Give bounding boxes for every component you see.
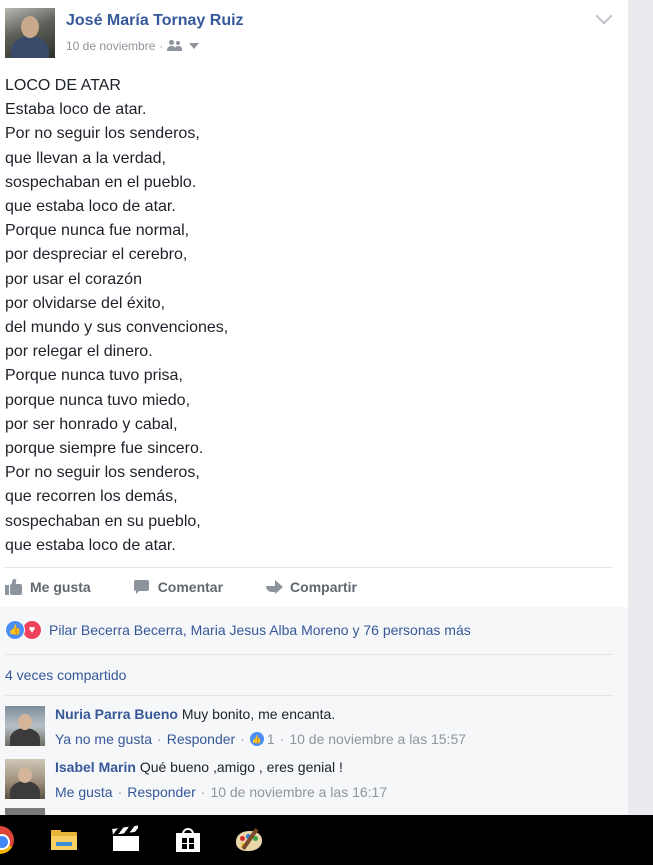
- reactions-names[interactable]: Pilar Becerra Becerra, Maria Jesus Alba …: [49, 622, 471, 638]
- meta-separator: ·: [159, 39, 164, 53]
- separator: ·: [200, 784, 206, 800]
- poem-line: Porque nunca fue normal,: [5, 222, 190, 240]
- reply-link[interactable]: Responder: [127, 784, 196, 800]
- store-taskbar-button[interactable]: [166, 815, 210, 865]
- comment-button[interactable]: Comentar: [133, 579, 223, 595]
- poem-line: del mundo y sus convenciones,: [5, 319, 229, 337]
- poem-line: que estaba loco de atar.: [5, 198, 176, 216]
- comment-item: Nuria Parra Bueno Muy bonito, me encanta…: [5, 706, 466, 747]
- file-explorer-icon: [51, 830, 77, 850]
- share-icon: [265, 579, 284, 595]
- like-button[interactable]: Me gusta: [5, 579, 91, 595]
- chrome-taskbar-button[interactable]: [0, 815, 30, 865]
- taskbar: [0, 815, 653, 865]
- separator: ·: [279, 731, 285, 747]
- page-gutter: [628, 0, 653, 815]
- divider: [5, 695, 613, 696]
- store-icon: [176, 828, 200, 852]
- poem-line: porque siempre fue sincero.: [5, 440, 204, 458]
- divider: [5, 654, 613, 655]
- comment-label: Comentar: [157, 579, 224, 595]
- poem-line: que estaba loco de atar.: [5, 536, 176, 554]
- like-reaction-icon: 👍: [5, 620, 25, 640]
- poem-line: por usar el corazón: [5, 270, 142, 288]
- paint-icon: [236, 827, 264, 853]
- share-button[interactable]: Compartir: [265, 579, 357, 595]
- poem-line: que recorren los demás,: [5, 488, 178, 506]
- unlike-comment-link[interactable]: Ya no me gusta: [55, 731, 152, 747]
- poem-line: por despreciar el cerebro,: [5, 246, 188, 264]
- poem-line: sospechaban en su pueblo,: [5, 512, 201, 530]
- post-text: LOCO DE ATAR Estaba loco de atar. Por no s…: [5, 74, 228, 558]
- poem-line: que llevan a la verdad,: [5, 149, 166, 167]
- privacy-caret-icon[interactable]: [189, 43, 200, 49]
- movie-maker-taskbar-button[interactable]: [104, 815, 148, 865]
- poem-line: por olvidarse del éxito,: [5, 294, 166, 312]
- commenter-avatar[interactable]: [5, 808, 45, 815]
- comment-timestamp[interactable]: 10 de noviembre a las 16:17: [210, 784, 387, 800]
- post-meta: 10 de noviembre ·: [66, 39, 200, 53]
- chrome-icon: [0, 826, 14, 854]
- poem-line: LOCO DE ATAR: [5, 77, 121, 94]
- comment-timestamp[interactable]: 10 de noviembre a las 15:57: [289, 731, 466, 747]
- poem-line: Porque nunca tuvo prisa,: [5, 367, 183, 385]
- chevron-down-icon[interactable]: [595, 7, 613, 25]
- comment-text: Qué bueno ,amigo , eres genial !: [139, 759, 343, 775]
- post-actions: Me gusta Comentar Compartir: [5, 576, 399, 598]
- comment-icon: [133, 579, 151, 595]
- share-label: Compartir: [290, 579, 357, 595]
- author-name[interactable]: José María Tornay Ruiz: [66, 12, 244, 30]
- separator: ·: [240, 731, 245, 747]
- comment-item: Isabel Marin Qué bueno ,amigo , eres gen…: [5, 759, 387, 800]
- divider: [5, 567, 613, 568]
- post-date[interactable]: 10 de noviembre: [66, 39, 155, 53]
- commenter-avatar[interactable]: [5, 759, 45, 799]
- commenter-name[interactable]: Isabel Marin: [55, 759, 136, 775]
- poem-line: Estaba loco de atar.: [5, 101, 147, 119]
- movie-maker-icon: [112, 825, 139, 851]
- shares-count[interactable]: 4 veces compartido: [5, 667, 126, 683]
- poem-line: Por no seguir los senderos,: [5, 464, 200, 482]
- commenter-avatar[interactable]: [5, 706, 45, 746]
- reactions-summary[interactable]: 👍 ♥ Pilar Becerra Becerra, Maria Jesus A…: [5, 620, 471, 640]
- comment-text: Muy bonito, me encanta.: [181, 706, 336, 722]
- love-reaction-icon: ♥: [22, 620, 42, 640]
- author-avatar[interactable]: [5, 8, 55, 58]
- separator: ·: [117, 784, 123, 800]
- post-card: José María Tornay Ruiz 10 de noviembre ·…: [0, 0, 628, 815]
- poem-line: por ser honrado y cabal,: [5, 415, 178, 433]
- commenter-name[interactable]: Nuria Parra Bueno: [55, 706, 178, 722]
- comment-like-count[interactable]: 1: [267, 731, 275, 747]
- paint-taskbar-button[interactable]: [228, 815, 272, 865]
- poem-line: por relegar el dinero.: [5, 343, 153, 361]
- separator: ·: [157, 731, 162, 747]
- reply-link[interactable]: Responder: [167, 731, 236, 747]
- poem-line: Por no seguir los senderos,: [5, 125, 200, 143]
- like-comment-link[interactable]: Me gusta: [55, 784, 113, 800]
- like-count-icon: 👍: [249, 732, 264, 746]
- file-explorer-taskbar-button[interactable]: [42, 815, 86, 865]
- friends-icon[interactable]: [167, 40, 183, 52]
- poem-line: sospechaban en el pueblo.: [5, 173, 197, 191]
- poem-line: porque nunca tuvo miedo,: [5, 391, 191, 409]
- thumbs-up-icon: [5, 579, 23, 595]
- like-label: Me gusta: [30, 579, 91, 595]
